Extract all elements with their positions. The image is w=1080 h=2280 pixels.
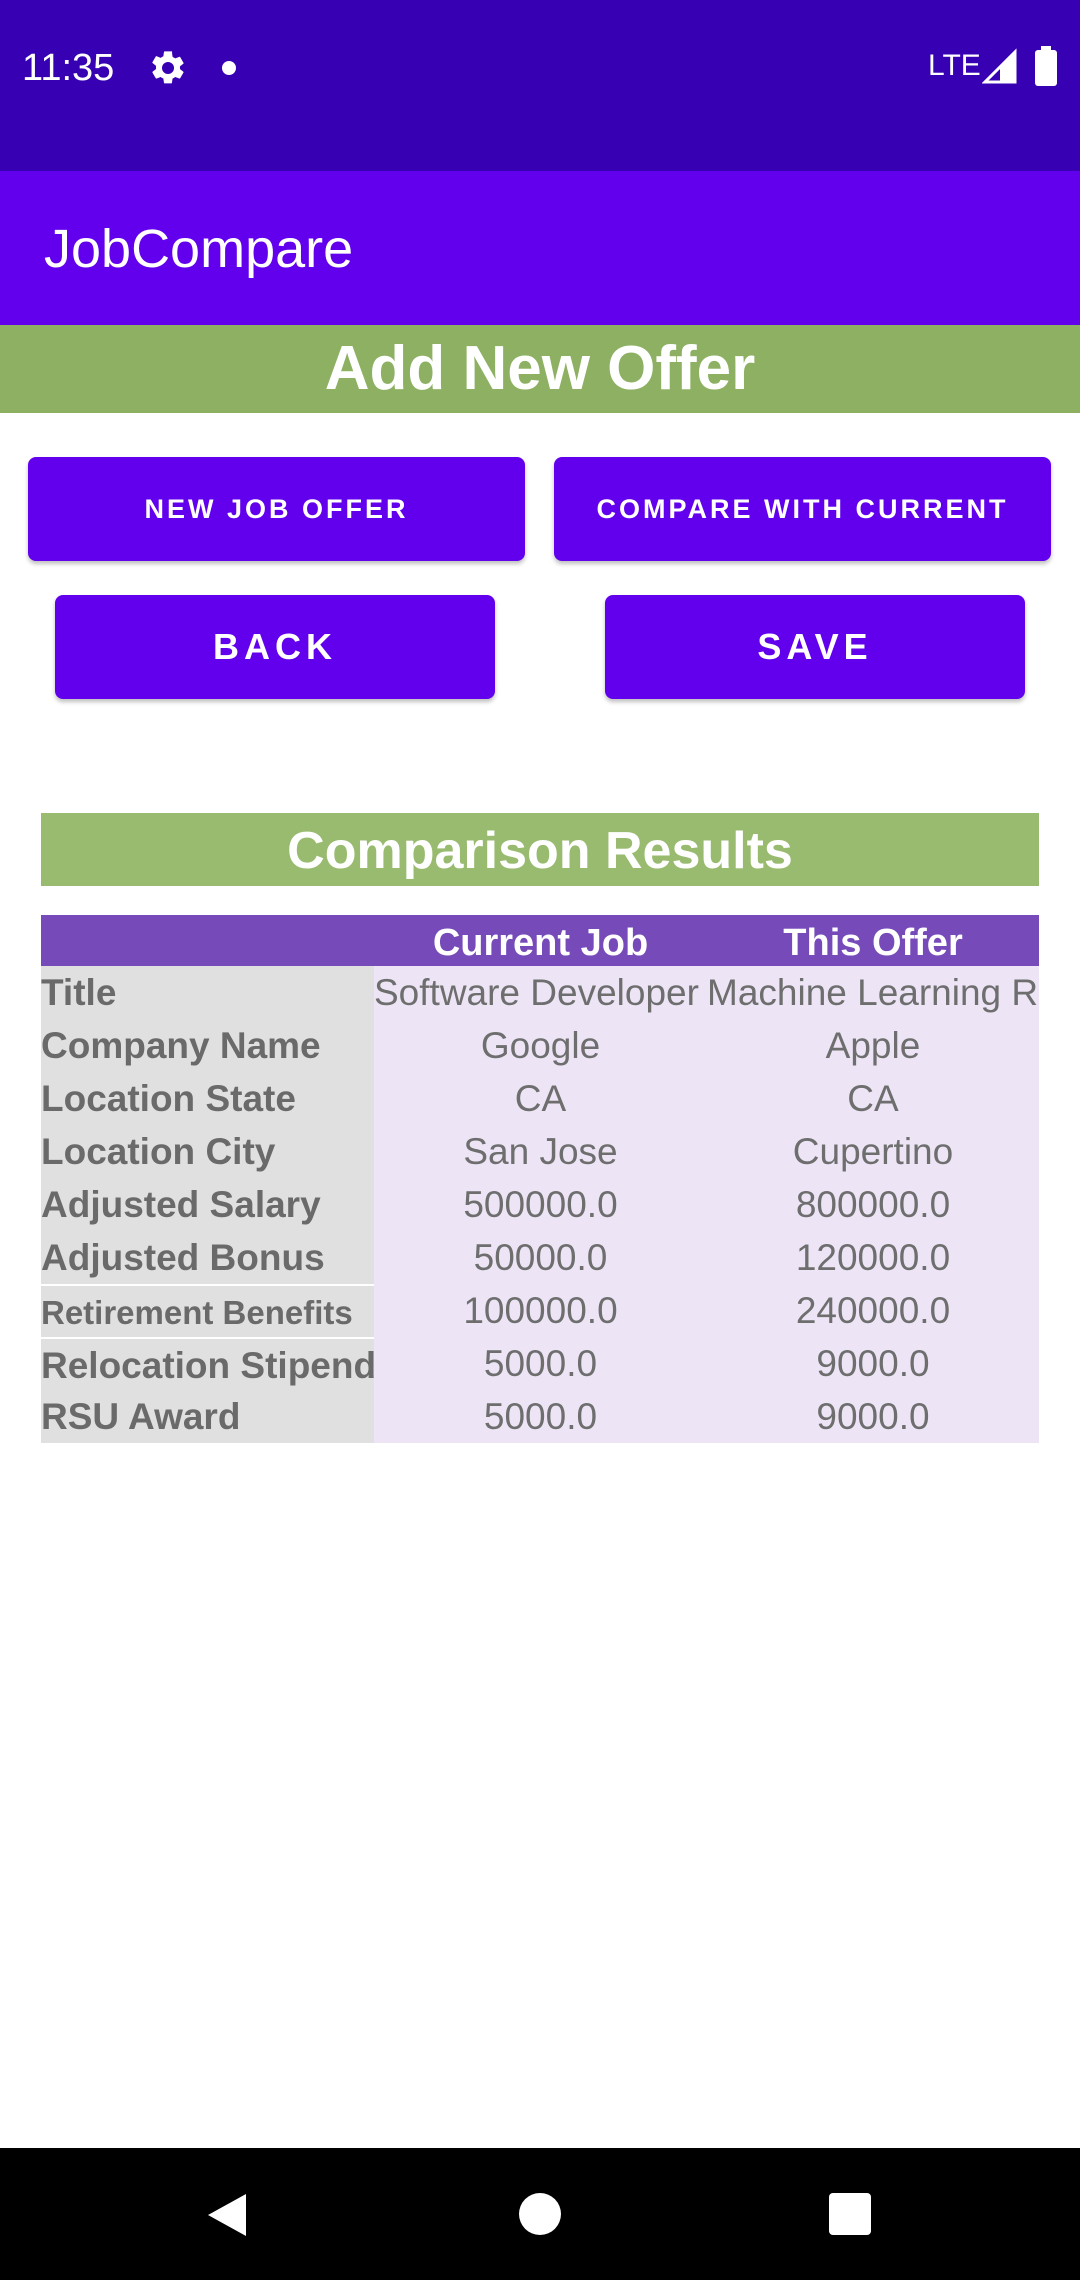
table-row: Company Name Google Apple (41, 1019, 1039, 1072)
current-value: 5000.0 (374, 1390, 707, 1443)
network-type: LTE (928, 49, 981, 82)
table-header-row: Current Job This Offer (41, 915, 1039, 966)
signal-icon (982, 48, 1017, 84)
current-value: 100000.0 (374, 1284, 707, 1337)
app-title: JobCompare (44, 219, 354, 279)
current-value: CA (374, 1072, 707, 1125)
gear-icon (152, 51, 184, 84)
new-job-offer-button[interactable]: NEW JOB OFFER (28, 457, 525, 561)
table-row: Location City San Jose Cupertino (41, 1125, 1039, 1178)
row-label: Adjusted Bonus (41, 1231, 374, 1284)
offer-value: 9000.0 (707, 1390, 1039, 1443)
current-value: 500000.0 (374, 1178, 707, 1231)
screen: 11:35 LTE JobCompare Add New Offer NEW J… (0, 0, 1080, 2280)
row-label: Title (41, 966, 374, 1019)
offer-value: Cupertino (707, 1125, 1039, 1178)
offer-value: Apple (707, 1019, 1039, 1072)
comparison-table: Current Job This Offer Title Software De… (41, 915, 1039, 1443)
save-button[interactable]: SAVE (605, 595, 1025, 699)
comparison-title: Comparison Results (41, 813, 1039, 886)
page-title: Add New Offer (0, 325, 1080, 413)
column-header-current-job: Current Job (432, 922, 649, 964)
table-row: Title Software Developer Machine Learnin… (41, 966, 1039, 1019)
offer-value: Machine Learning R (707, 966, 1039, 1019)
offer-value: 800000.0 (707, 1178, 1039, 1231)
row-label: Company Name (41, 1019, 374, 1072)
row-label: Adjusted Salary (41, 1178, 374, 1231)
table-row: Relocation Stipend 5000.0 9000.0 (41, 1337, 1039, 1390)
table-row: Retirement Benefits 100000.0 240000.0 (41, 1284, 1039, 1337)
row-label: Retirement Benefits (41, 1284, 374, 1337)
table-row: Adjusted Salary 500000.0 800000.0 (41, 1178, 1039, 1231)
home-icon[interactable] (519, 2193, 561, 2235)
column-header-label (41, 915, 374, 966)
row-label: Location City (41, 1125, 374, 1178)
status-bar: 11:35 LTE (0, 0, 1080, 171)
row-label: Location State (41, 1072, 374, 1125)
recents-icon[interactable] (829, 2193, 871, 2235)
column-header-this-offer: This Offer (783, 922, 963, 964)
table-row: Adjusted Bonus 50000.0 120000.0 (41, 1231, 1039, 1284)
status-time: 11:35 (22, 47, 115, 89)
offer-value: 9000.0 (707, 1337, 1039, 1390)
table-row: Location State CA CA (41, 1072, 1039, 1125)
table-row: RSU Award 5000.0 9000.0 (41, 1390, 1039, 1443)
battery-icon (1035, 46, 1057, 86)
current-value: 5000.0 (374, 1337, 707, 1390)
offer-value: 120000.0 (707, 1231, 1039, 1284)
compare-with-current-button[interactable]: COMPARE WITH CURRENT (554, 457, 1051, 561)
current-value: San Jose (374, 1125, 707, 1178)
current-value: 50000.0 (374, 1231, 707, 1284)
back-button[interactable]: BACK (55, 595, 495, 699)
notification-dot-icon (222, 61, 236, 75)
back-icon[interactable] (204, 2190, 250, 2240)
current-value: Software Developer (374, 966, 707, 1019)
offer-value: CA (707, 1072, 1039, 1125)
offer-value: 240000.0 (707, 1284, 1039, 1337)
row-label: RSU Award (41, 1390, 374, 1443)
current-value: Google (374, 1019, 707, 1072)
row-label: Relocation Stipend (41, 1337, 374, 1390)
app-bar: JobCompare (0, 171, 1080, 325)
